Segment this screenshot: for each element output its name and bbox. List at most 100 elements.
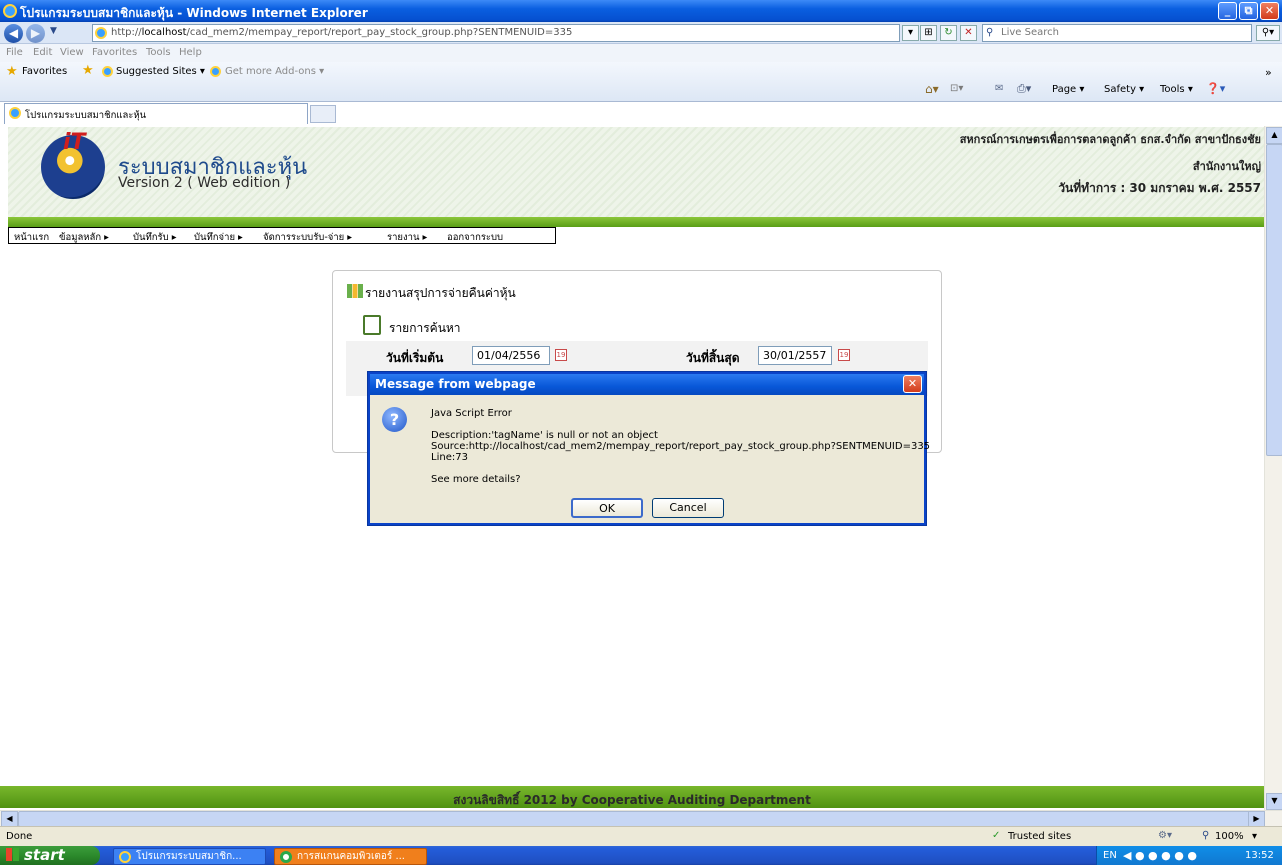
new-tab-button[interactable] [310, 105, 336, 123]
taskbar-item-scan-label: การสแกนคอมพิวเตอร์ ... [297, 851, 405, 862]
dialog-title: Message from webpage [375, 377, 536, 391]
menu-bar: File Edit View Favorites Tools Help [0, 44, 1282, 62]
windows-logo-icon [6, 848, 19, 861]
start-label: start [24, 846, 65, 864]
zoom-level[interactable]: 100% [1215, 831, 1244, 842]
window-title-bar[interactable]: โปรแกรมระบบสมาชิกและหุ้น - Windows Inter… [0, 0, 1282, 22]
vertical-scroll-thumb[interactable] [1266, 144, 1282, 456]
start-button[interactable]: start [0, 846, 100, 865]
close-button[interactable]: ✕ [1260, 2, 1279, 20]
addons-icon [210, 66, 221, 77]
footer-copyright: สงวนลิขสิทธิ์ 2012 by Cooperative Auditi… [453, 793, 811, 807]
start-date-calendar-icon[interactable]: 19 [555, 349, 567, 361]
tray-icons[interactable]: ◀ ● ● ● ● ● [1123, 849, 1197, 862]
menu-tools[interactable]: Tools [146, 47, 171, 58]
taskbar-item-scan[interactable]: การสแกนคอมพิวเตอร์ ... [274, 848, 427, 865]
branch-name: สำนักงานใหญ่ [1192, 160, 1261, 173]
url-prefix: http:// [111, 27, 142, 38]
language-indicator[interactable]: EN [1103, 850, 1117, 861]
nav-logout[interactable]: ออกจากระบบ [447, 230, 503, 245]
app-version: Version 2 ( Web edition ) [118, 175, 291, 191]
org-name: สหกรณ์การเกษตรเพื่อการตลาดลูกค้า ธกส.จำก… [959, 133, 1261, 146]
clock: 13:52 [1245, 850, 1274, 861]
help-icon[interactable]: ❓▾ [1206, 82, 1225, 95]
checkmark-icon: ✓ [992, 830, 1001, 841]
ok-button[interactable]: OK [571, 498, 643, 518]
status-bar: Done ✓ Trusted sites ⚙▾ ⚲ 100% ▾ [0, 826, 1282, 846]
favorites-bar: ★ Favorites ★ Suggested Sites ▾ Get more… [0, 62, 1282, 102]
favorites-button[interactable]: Favorites [22, 66, 67, 77]
scroll-right-icon[interactable]: ▶ [1248, 811, 1265, 827]
home-icon[interactable]: ⌂▾ [925, 82, 939, 96]
message-dialog: Message from webpage ✕ ? Java Script Err… [368, 372, 930, 525]
search-go-icon[interactable]: ⚲▾ [1256, 25, 1280, 41]
report-title: รายงานสรุปการจ่ายคืนค่าหุ้น [365, 286, 516, 300]
vertical-scrollbar[interactable]: ▲ ▼ [1264, 126, 1282, 810]
taskbar-item-ie-label: โปรแกรมระบบสมาชิก... [136, 851, 242, 862]
add-favorite-icon[interactable]: ★ [82, 63, 94, 78]
tab-current[interactable]: โปรแกรมระบบสมาชิกและหุ้น [4, 103, 308, 124]
minimize-button[interactable]: _ [1218, 2, 1237, 20]
history-dropdown-icon[interactable]: ▼ [50, 26, 57, 36]
dialog-line-2: Description:'tagName' is null or not an … [431, 430, 658, 441]
favorites-star-icon: ★ [6, 64, 18, 79]
nav-reports[interactable]: รายงาน ▸ [387, 230, 427, 245]
tools-menu[interactable]: Tools ▾ [1160, 84, 1193, 95]
menu-edit[interactable]: Edit [33, 47, 52, 58]
nav-payments[interactable]: บันทึกจ่าย ▸ [194, 230, 243, 245]
start-date-input[interactable]: 01/04/2556 [472, 346, 550, 365]
taskbar-ie-icon [119, 851, 131, 863]
compatibility-icon[interactable]: ⊞ [920, 25, 937, 41]
horizontal-scrollbar[interactable]: ◀ ▶ [0, 810, 1282, 827]
window-title: โปรแกรมระบบสมาชิกและหุ้น - Windows Inter… [20, 6, 368, 20]
page-menu[interactable]: Page ▾ [1052, 84, 1084, 95]
status-text: Done [6, 831, 33, 842]
nav-manage-system[interactable]: จัดการระบบรับ-จ่าย ▸ [263, 230, 352, 245]
dialog-line-4: Line:73 [431, 452, 468, 463]
address-input[interactable]: http://localhost/cad_mem2/mempay_report/… [92, 24, 900, 42]
menu-view[interactable]: View [60, 47, 84, 58]
zoom-dropdown-icon[interactable]: ▾ [1252, 831, 1257, 842]
menu-help[interactable]: Help [179, 47, 202, 58]
question-icon: ? [382, 407, 407, 432]
protected-mode-icon[interactable]: ⚙▾ [1158, 830, 1172, 841]
horizontal-scroll-thumb[interactable] [18, 811, 1250, 827]
end-date-input[interactable]: 30/01/2557 [758, 346, 832, 365]
search-section-title: รายการค้นหา [389, 321, 461, 335]
cancel-button[interactable]: Cancel [652, 498, 724, 518]
address-dropdown-icon[interactable]: ▾ [902, 25, 919, 41]
forward-icon[interactable]: ▶ [26, 24, 45, 43]
report-chart-icon [347, 284, 363, 298]
mail-icon[interactable]: ✉ [995, 83, 1003, 94]
suggested-sites-link[interactable]: Suggested Sites ▾ [116, 66, 205, 77]
dialog-line-5: See more details? [431, 474, 521, 485]
scroll-up-icon[interactable]: ▲ [1266, 127, 1282, 144]
end-date-calendar-icon[interactable]: 19 [838, 349, 850, 361]
stop-icon[interactable]: ✕ [960, 25, 977, 41]
menu-favorites[interactable]: Favorites [92, 47, 137, 58]
print-icon[interactable]: ⎙▾ [1017, 82, 1031, 96]
dialog-line-3: Source:http://localhost/cad_mem2/mempay_… [431, 441, 931, 452]
url-path: /cad_mem2/mempay_report/report_pay_stock… [186, 27, 573, 38]
dialog-close-button[interactable]: ✕ [903, 375, 922, 393]
addons-link[interactable]: Get more Add-ons ▾ [225, 66, 324, 77]
back-icon[interactable]: ◀ [4, 24, 23, 43]
menu-file[interactable]: File [6, 47, 23, 58]
refresh-icon[interactable]: ↻ [940, 25, 957, 41]
scroll-left-icon[interactable]: ◀ [1, 811, 18, 827]
suggested-sites-icon [102, 66, 113, 77]
safety-menu[interactable]: Safety ▾ [1104, 84, 1144, 95]
chevron-more-icon[interactable]: » [1265, 66, 1272, 79]
scroll-down-icon[interactable]: ▼ [1266, 793, 1282, 810]
dialog-title-bar[interactable]: Message from webpage ✕ [370, 374, 924, 395]
header-strip [8, 217, 1264, 227]
nav-receipts[interactable]: บันทึกรับ ▸ [133, 230, 176, 245]
nav-master-data[interactable]: ข้อมูลหลัก ▸ [59, 230, 109, 245]
feeds-icon[interactable]: ⊡▾ [950, 83, 963, 94]
taskbar-item-ie[interactable]: โปรแกรมระบบสมาชิก... [113, 848, 266, 865]
search-icon: ⚲ [986, 27, 994, 38]
maximize-button[interactable]: ⧉ [1239, 2, 1258, 20]
nav-home[interactable]: หน้าแรก [14, 230, 49, 245]
tab-title: โปรแกรมระบบสมาชิกและหุ้น [25, 110, 147, 121]
search-input[interactable]: ⚲ Live Search [982, 24, 1252, 42]
